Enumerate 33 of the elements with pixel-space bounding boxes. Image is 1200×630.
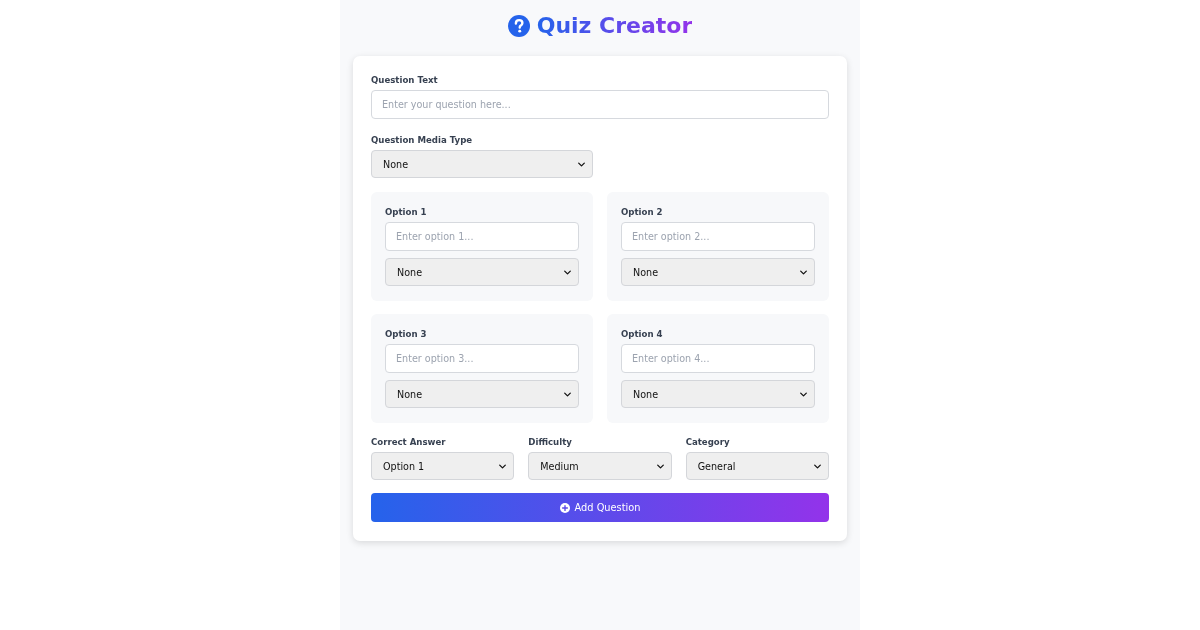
option-text-field[interactable]: Enter option 1... [385,222,579,251]
setting-dropdown[interactable]: Medium [528,452,672,480]
option-label: Option 1 [385,206,428,218]
option-media-dropdown[interactable]: None [385,380,579,408]
chevron-down-icon [656,463,664,469]
question-text-field[interactable]: Enter your question here... [371,90,829,119]
option-media-dropdown[interactable]: None [621,258,815,286]
media-type-dropdown[interactable]: None [371,150,593,178]
setting-dropdown[interactable]: General [685,452,829,480]
field-label: Difficulty [528,436,573,448]
option-text-field[interactable]: Enter option 3... [385,344,579,373]
chevron-down-icon [499,463,507,469]
chevron-down-icon [564,269,571,275]
field-label: Question Text [371,74,439,86]
field-label: Question Media Type [371,134,474,146]
option-media-dropdown[interactable]: None [621,380,815,408]
plus-circle-icon [559,502,570,513]
option-label: Option 4 [621,328,664,340]
setting-dropdown[interactable]: Option 1 [371,452,515,480]
chevron-down-icon [800,269,807,275]
option-media-dropdown[interactable]: None [385,258,579,286]
field-label: Correct Answer [371,436,447,448]
question-mark-icon [507,15,530,37]
chevron-down-icon [814,463,821,469]
option-label: Option 3 [385,328,428,340]
add-question-button[interactable]: Add Question [371,493,829,522]
option-text-field[interactable]: Enter option 4... [621,344,815,373]
chevron-down-icon [800,391,807,397]
chevron-down-icon [564,391,571,397]
field-label: Category [685,436,731,448]
chevron-down-icon [578,161,585,167]
option-text-field[interactable]: Enter option 2... [621,222,815,251]
option-label: Option 2 [621,206,664,218]
